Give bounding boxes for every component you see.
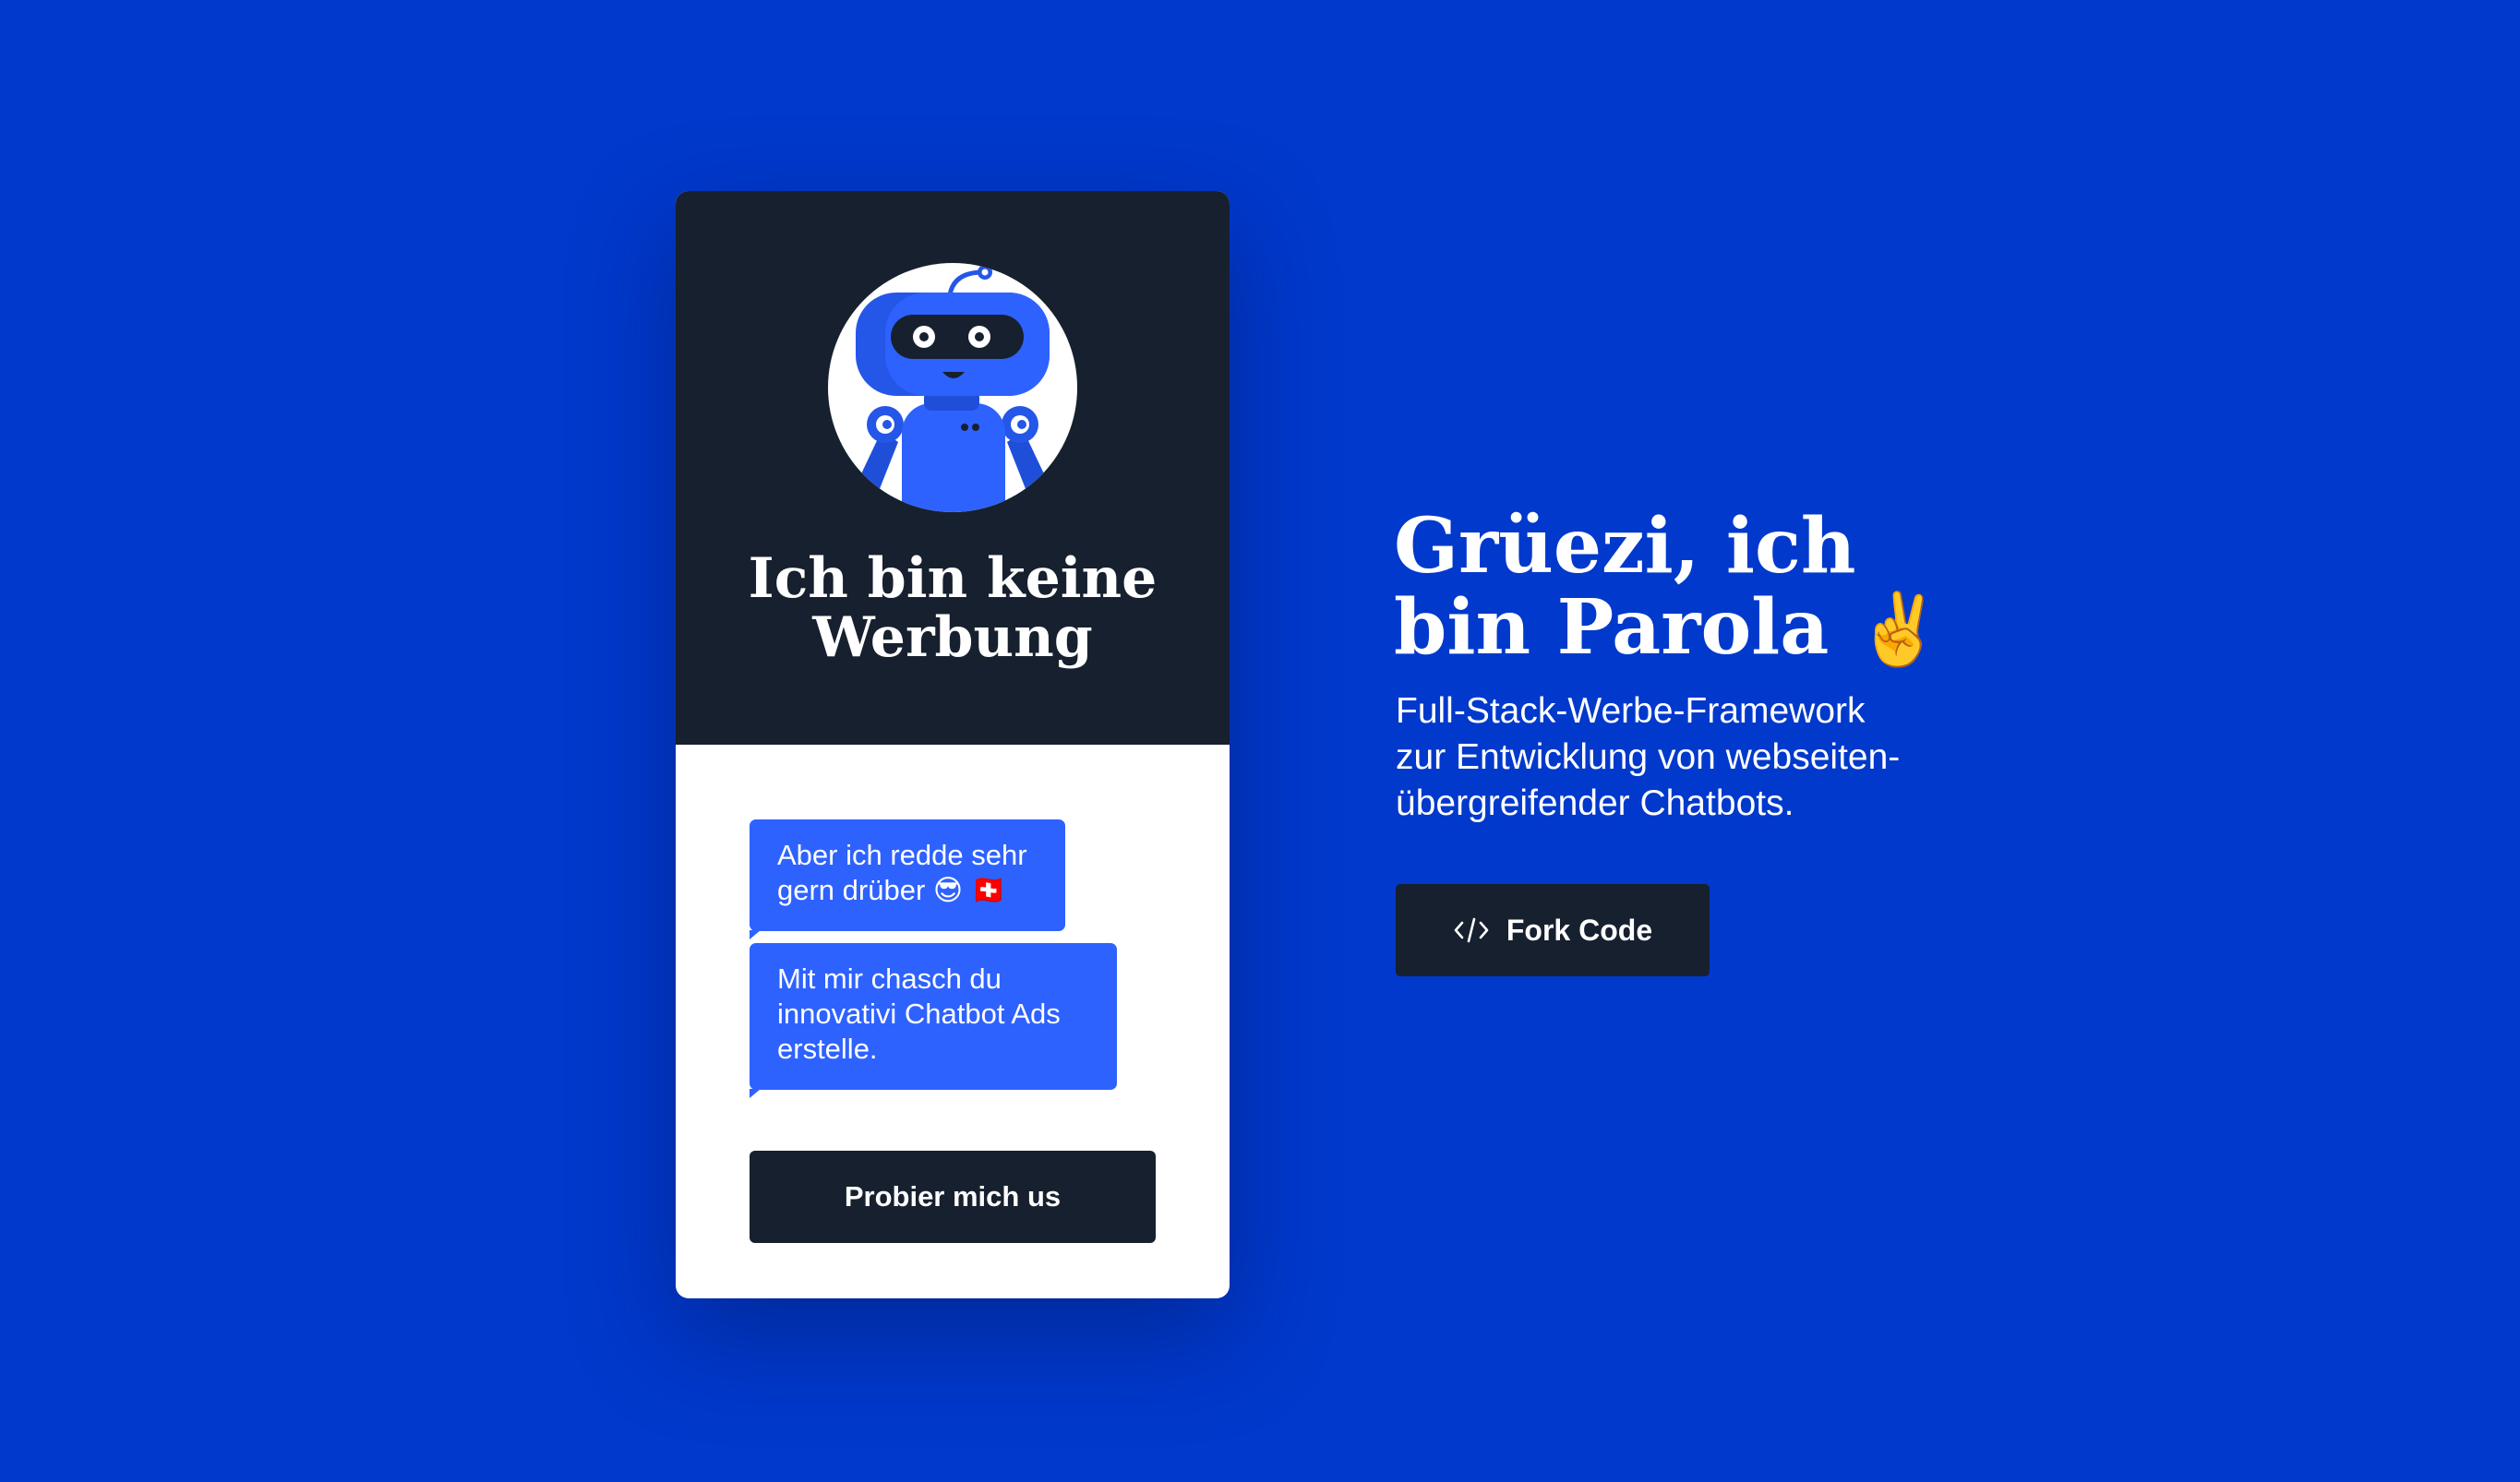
ad-card-title: Ich bin keine Werbung <box>676 549 1230 667</box>
chat-bubble-line: innovativi Chatbot Ads <box>777 998 1061 1030</box>
robot-icon <box>848 265 1057 512</box>
hero-description-line: Full-Stack-Werbe-Framework <box>1396 691 1866 731</box>
hero-title: Grüezi, ich bin Parola ✌️ <box>1394 506 1985 670</box>
chatbot-ad-card: Ich bin keine Werbung Aber ich redde seh… <box>676 191 1230 1298</box>
hero-title-line-2: bin Parola ✌️ <box>1394 587 1985 670</box>
ad-card-title-line: Ich bin keine <box>748 546 1158 611</box>
chat-bubble-line: erstelle. <box>777 1033 878 1065</box>
fork-code-button[interactable]: Fork Code <box>1396 884 1710 976</box>
victory-hand-icon: ✌️ <box>1854 588 1943 670</box>
code-icon <box>1454 917 1489 943</box>
ad-card-header: Ich bin keine Werbung <box>676 191 1230 745</box>
chat-bubble-line: Aber ich redde sehr <box>777 839 1027 871</box>
hero-description-line: übergreifender Chatbots. <box>1396 783 1794 823</box>
hero-title-line: Grüezi, ich <box>1394 502 1856 591</box>
hero-description: Full-Stack-Werbe-Framework zur Entwicklu… <box>1396 688 2042 827</box>
ad-card-title-line: Werbung <box>812 605 1093 670</box>
chat-bubble-line: Mit mir chasch du <box>777 962 1002 995</box>
hero-description-line: zur Entwicklung von webseiten- <box>1396 737 1901 777</box>
chat-bubble: Aber ich redde sehr gern drüber 😎 🇨🇭 <box>750 819 1065 939</box>
robot-avatar <box>828 263 1077 512</box>
try-me-button[interactable]: Probier mich us <box>750 1151 1156 1243</box>
chat-bubble-line: gern drüber 😎 🇨🇭 <box>777 874 1007 906</box>
fork-code-label: Fork Code <box>1506 913 1653 947</box>
chat-bubble: Mit mir chasch du innovativi Chatbot Ads… <box>750 943 1117 1098</box>
hero-title-text: bin Parola <box>1394 583 1830 672</box>
